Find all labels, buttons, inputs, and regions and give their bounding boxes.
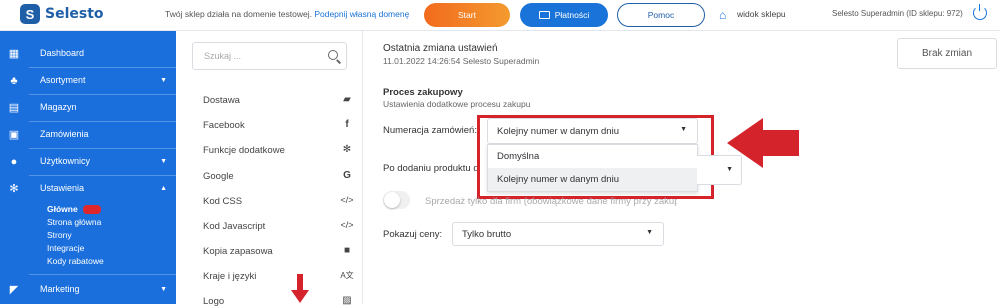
top-bar: S Selesto Twój sklep działa na domenie t… [0, 0, 1000, 31]
settings-menu: Szukaj ... Dostawa ▰ Facebook f Funkcje … [176, 31, 363, 307]
settings-item-shipping[interactable]: Dostawa [203, 95, 240, 106]
show-prices-label: Pokazuj ceny: [383, 229, 443, 240]
new-badge [83, 205, 101, 214]
chevron-down-icon[interactable]: ▼ [160, 77, 167, 84]
sidebar-item-marketing[interactable]: Marketing [40, 284, 80, 294]
caret-down-icon: ▼ [646, 229, 653, 236]
settings-search-input[interactable]: Szukaj ... [192, 42, 347, 70]
sidebar-subitem-integrations[interactable]: Integracje [47, 243, 84, 253]
trial-notice: Twój sklep działa na domenie testowej. P… [165, 9, 410, 19]
last-change-meta: 11.01.2022 14:26:54 Selesto Superadmin [383, 56, 540, 66]
search-placeholder: Szukaj ... [204, 51, 242, 61]
settings-item-backup[interactable]: Kopia zapasowa [203, 246, 273, 257]
user-icon[interactable]: ● [8, 156, 20, 168]
megaphone-icon[interactable]: ◤ [8, 284, 20, 296]
settings-item-facebook[interactable]: Facebook [203, 120, 245, 131]
show-prices-value: Tylko brutto [462, 229, 512, 240]
code-icon: </> [340, 195, 354, 205]
no-changes-button[interactable]: Brak zmian [897, 38, 997, 69]
settings-item-countries-languages[interactable]: Kraje i języki [203, 271, 256, 282]
language-icon: A文 [340, 271, 354, 280]
power-icon[interactable] [973, 4, 987, 20]
sidebar-item-dashboard[interactable]: Dashboard [40, 48, 84, 58]
help-button[interactable]: Pomoc [617, 3, 705, 27]
sidebar-subitem-homepage[interactable]: Strona główna [47, 217, 101, 227]
truck-icon: ▰ [343, 94, 351, 105]
code-icon: </> [340, 220, 354, 230]
settings-item-logo[interactable]: Logo [203, 296, 224, 307]
sidebar-item-settings[interactable]: Ustawienia [40, 183, 84, 193]
chevron-down-icon[interactable]: ▼ [160, 158, 167, 165]
section-subtitle: Ustawienia dodatkowe procesu zakupu [383, 99, 531, 109]
show-prices-select[interactable]: Tylko brutto ▼ [452, 222, 664, 246]
divider [29, 148, 176, 149]
order-numbering-label: Numeracja zamówień: [383, 125, 477, 136]
admin-user-label[interactable]: Selesto Superadmin (ID sklepu: 972) [832, 9, 963, 18]
settings-item-extra-features[interactable]: Funkcje dodatkowe [203, 145, 285, 156]
payments-button[interactable]: Płatności [520, 3, 608, 27]
icon-rail: ▦ ♣ ▤ ▣ ● ✻ ◤ [0, 31, 29, 304]
sidebar-subitem-pages[interactable]: Strony [47, 230, 72, 240]
logo[interactable]: S Selesto [20, 4, 104, 24]
chevron-down-icon[interactable]: ▼ [160, 286, 167, 293]
facebook-icon: f [345, 119, 349, 130]
red-arrow-left-icon [727, 118, 799, 168]
sidebar-item-orders[interactable]: Zamówienia [40, 129, 89, 139]
save-icon: ■ [343, 245, 351, 256]
settings-item-javascript[interactable]: Kod Javascript [203, 221, 265, 232]
company-sale-label: Sprzedaż tylko dla firm (obowiązkowe dan… [425, 196, 677, 207]
image-icon: ▨ [342, 295, 352, 306]
start-button[interactable]: Start [424, 3, 510, 27]
chevron-up-icon[interactable]: ▲ [160, 185, 167, 192]
last-change-title: Ostatnia zmiana ustawień [383, 43, 498, 54]
settings-item-css[interactable]: Kod CSS [203, 196, 242, 207]
red-arrow-down-icon [291, 274, 309, 303]
section-title: Proces zakupowy [383, 87, 463, 98]
sidebar: Dashboard Asortyment ▼ Magazyn Zamówieni… [29, 31, 176, 304]
divider [29, 94, 176, 95]
sidebar-subitem-discount-codes[interactable]: Kody rabatowe [47, 256, 104, 266]
search-icon[interactable] [328, 50, 338, 60]
after-add-label: Po dodaniu produktu do k [383, 163, 477, 174]
home-icon[interactable]: ⌂ [719, 8, 726, 22]
sidebar-subitem-main[interactable]: Główne [47, 204, 78, 214]
warehouse-icon[interactable]: ▤ [8, 102, 20, 114]
divider [29, 121, 176, 122]
divider [29, 67, 176, 68]
divider [29, 274, 176, 275]
highlight-box [477, 115, 714, 199]
bag-icon[interactable]: ▣ [8, 129, 20, 141]
shop-view-link[interactable]: widok sklepu [737, 9, 786, 19]
gears-icon: ✻ [342, 144, 352, 155]
settings-item-google[interactable]: Google [203, 171, 234, 182]
sidebar-item-users[interactable]: Użytkownicy [40, 156, 90, 166]
sidebar-item-warehouse[interactable]: Magazyn [40, 102, 77, 112]
gear-icon[interactable]: ✻ [8, 183, 20, 195]
card-icon [538, 11, 550, 19]
sidebar-item-assortment[interactable]: Asortyment [40, 75, 86, 85]
divider [29, 175, 176, 176]
grid-icon[interactable]: ▦ [8, 48, 20, 60]
company-sale-toggle[interactable] [383, 191, 410, 209]
logo-text: Selesto [45, 6, 104, 22]
logo-mark-icon: S [20, 4, 40, 24]
tag-icon[interactable]: ♣ [8, 75, 20, 87]
connect-domain-link[interactable]: Podepnij własną domenę [314, 9, 409, 19]
google-icon: G [343, 170, 351, 181]
